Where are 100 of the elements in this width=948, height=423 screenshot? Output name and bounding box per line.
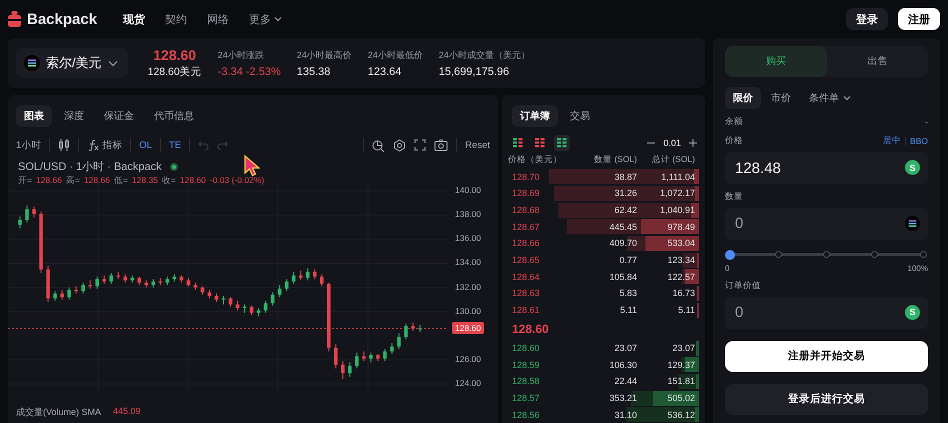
- total-cell: 5.11: [678, 304, 695, 315]
- volume-label: 成交量(Volume) SMA: [16, 406, 102, 419]
- candlestick: [18, 216, 22, 229]
- candlestick: [312, 268, 317, 280]
- register-trade-button[interactable]: 注册并开始交易: [725, 340, 928, 372]
- zoom-icon[interactable]: [372, 138, 386, 152]
- settings-icon[interactable]: [393, 138, 406, 152]
- candlestick: [270, 292, 274, 306]
- last-price: 128.60: [153, 47, 196, 63]
- candlestick: [236, 300, 240, 311]
- quantity-cell: 353.21: [609, 393, 637, 404]
- nav-link[interactable]: 网络: [207, 12, 230, 26]
- market-selector[interactable]: 索尔/美元: [16, 48, 128, 78]
- price-cell-text: 128.65: [511, 254, 540, 265]
- orderbook-tab[interactable]: 交易: [562, 105, 598, 127]
- total-cell: 122.57: [667, 272, 695, 282]
- ohlc-change: -0.03 (-0.02%): [210, 175, 264, 187]
- te-button[interactable]: TE: [168, 140, 182, 150]
- candlestick: [397, 332, 401, 350]
- quantity-cell: 22.44: [614, 376, 637, 386]
- chart-tab[interactable]: 保证金: [96, 105, 142, 127]
- stat-label: 24小时涨跌: [218, 48, 265, 62]
- stat-value: 135.38: [296, 66, 332, 78]
- coin-icon: [905, 216, 920, 231]
- plus-icon[interactable]: [689, 138, 697, 147]
- function-icon: [87, 139, 100, 151]
- candlestick: [53, 290, 57, 302]
- orderbook-tab[interactable]: 订单簿: [512, 105, 558, 127]
- quantity-cell: 5.11: [620, 304, 637, 315]
- login-button[interactable]: 登录: [846, 8, 888, 30]
- candlestick: [67, 287, 71, 300]
- price-cell-text: 128.69: [511, 188, 540, 198]
- axis-label: 124.00: [455, 378, 481, 388]
- camera-icon[interactable]: [434, 139, 448, 151]
- chevron-down-icon: [108, 60, 118, 66]
- price-cell-text: 128.61: [511, 304, 540, 315]
- ohlc-label: 开=: [18, 175, 32, 187]
- candlestick: [320, 274, 324, 287]
- indicators-button[interactable]: 指标: [87, 138, 122, 152]
- total-cell: 129.37: [667, 360, 695, 370]
- candlestick: [369, 352, 373, 363]
- candlestick: [228, 296, 232, 308]
- login-trade-button[interactable]: 登录后进行交易: [725, 384, 928, 416]
- fullscreen-icon[interactable]: [414, 139, 426, 151]
- order-type-tab[interactable]: 市价: [763, 86, 799, 109]
- quantity-cell: 106.30: [609, 360, 637, 370]
- register-button[interactable]: 注册: [898, 8, 940, 30]
- total-cell: 1,072.17: [660, 188, 695, 198]
- ol-button[interactable]: OL: [139, 140, 152, 150]
- side-tab[interactable]: 出售: [826, 46, 928, 77]
- quantity-cell: 62.42: [614, 204, 637, 215]
- balance-label: 余额: [725, 116, 743, 128]
- candlestick: [81, 282, 85, 294]
- slider-min-label: 0: [725, 264, 730, 274]
- price-cell-text: 128.67: [511, 222, 540, 232]
- nav-link[interactable]: 现货: [123, 12, 146, 26]
- candlestick: [25, 205, 29, 223]
- candlestick: [355, 352, 359, 369]
- price-cell-text: 128.60: [511, 343, 540, 354]
- amount-slider[interactable]: [725, 250, 928, 260]
- column-header: 总计 (SOL): [652, 154, 695, 166]
- book-view-icon[interactable]: [554, 134, 570, 151]
- chart-tab[interactable]: 代币信息: [146, 105, 202, 127]
- axis-label: 134.00: [455, 257, 481, 268]
- candlestick: [109, 272, 114, 284]
- price-label: 价格: [725, 135, 743, 148]
- slider-max-label: 100%: [908, 264, 928, 274]
- quantity-label: 数量: [725, 190, 743, 203]
- interval-button[interactable]: 1小时: [16, 138, 42, 152]
- order-type-tab[interactable]: 条件单: [801, 86, 859, 109]
- candlestick: [292, 271, 296, 284]
- candlestick: [390, 342, 394, 354]
- ohlc-label: 高=: [66, 175, 80, 187]
- reset-button[interactable]: Reset: [465, 140, 490, 150]
- candle-style-icon[interactable]: [58, 139, 70, 151]
- quantity-cell: 31.26: [614, 188, 637, 198]
- quantity-field[interactable]: 0: [725, 208, 928, 240]
- ohlc-value: 128.66: [36, 175, 62, 187]
- bbo-link[interactable]: BBO: [910, 136, 928, 146]
- total-cell: 533.04: [667, 238, 695, 248]
- candlestick: [250, 305, 254, 316]
- price-cell-text: 128.59: [511, 360, 540, 370]
- chart-tab[interactable]: 图表: [16, 105, 52, 127]
- chart-tab[interactable]: 深度: [56, 105, 92, 127]
- nav-link[interactable]: 更多: [249, 12, 282, 26]
- total-cell: 505.02: [667, 393, 695, 404]
- stat-value: 123.64: [368, 66, 402, 78]
- mid-link[interactable]: 居中: [883, 135, 902, 148]
- axis-label: 132.00: [455, 282, 481, 292]
- candlestick: [284, 278, 288, 292]
- side-tab[interactable]: 购买: [725, 46, 826, 77]
- candlestick: [383, 348, 387, 362]
- usd-price: 128.60美元: [148, 65, 202, 79]
- mouse-cursor-icon: [244, 155, 260, 177]
- axis-label: 130.00: [455, 306, 481, 316]
- axis-label: 138.00: [455, 209, 481, 220]
- order-type-tab[interactable]: 限价: [725, 86, 761, 109]
- ohlc-value: 128.35: [132, 175, 158, 187]
- total-cell: 978.49: [667, 222, 695, 232]
- nav-link[interactable]: 契约: [165, 12, 188, 26]
